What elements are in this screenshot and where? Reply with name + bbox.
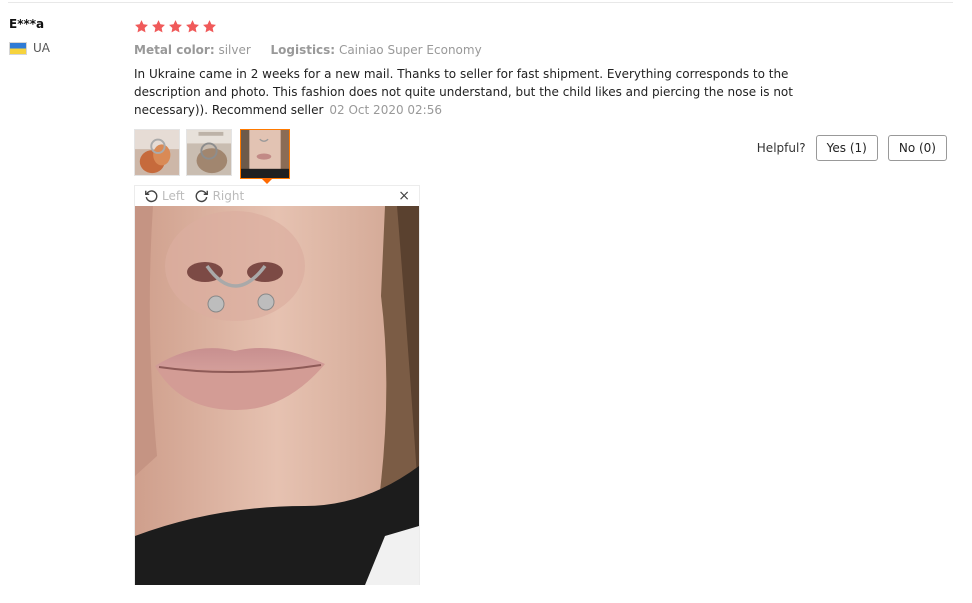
divider-line bbox=[8, 2, 953, 3]
selected-thumbnail-caret bbox=[261, 178, 273, 184]
logistics-value: Cainiao Super Economy bbox=[338, 43, 482, 57]
review-thumbnail[interactable] bbox=[186, 129, 232, 176]
helpful-label: Helpful? bbox=[756, 141, 806, 155]
review-text: In Ukraine came in 2 weeks for a new mai… bbox=[134, 67, 793, 117]
review-thumbnails bbox=[134, 129, 290, 179]
rotate-right-button[interactable]: Right bbox=[195, 189, 245, 203]
helpful-feedback: Helpful? Yes (1) No (0) bbox=[757, 135, 947, 161]
star-rating bbox=[134, 16, 954, 36]
rotate-left-button[interactable]: Left bbox=[144, 189, 185, 203]
ukraine-flag-icon bbox=[9, 41, 27, 55]
image-viewer: Left Right × bbox=[134, 185, 420, 585]
reviewer-name: E***a bbox=[9, 17, 45, 31]
reviewer-country: UA bbox=[9, 41, 50, 55]
rotate-right-label: Right bbox=[212, 189, 245, 203]
review-thumbnail[interactable] bbox=[134, 129, 180, 176]
star-icon bbox=[169, 19, 182, 32]
star-icon bbox=[186, 19, 199, 32]
reviewer-info: E***a UA bbox=[9, 17, 50, 55]
review-text-block: In Ukraine came in 2 weeks for a new mai… bbox=[134, 65, 804, 119]
metal-color-value: silver bbox=[218, 43, 251, 57]
star-icon bbox=[203, 19, 216, 32]
review-thumbnail-selected[interactable] bbox=[240, 129, 290, 179]
rotate-left-icon bbox=[145, 190, 158, 203]
review-date: 02 Oct 2020 02:56 bbox=[329, 103, 442, 117]
star-icon bbox=[135, 19, 148, 32]
review-body: Metal color: silver Logistics: Cainiao S… bbox=[134, 16, 954, 119]
star-icon bbox=[152, 19, 165, 32]
close-viewer-icon[interactable]: × bbox=[398, 188, 410, 204]
review-photo bbox=[135, 206, 419, 585]
rotate-right-icon bbox=[195, 190, 208, 203]
logistics-label: Logistics: bbox=[270, 43, 336, 57]
order-meta: Metal color: silver Logistics: Cainiao S… bbox=[134, 43, 954, 57]
helpful-no-button[interactable]: No (0) bbox=[887, 135, 947, 161]
metal-color-label: Metal color: bbox=[134, 43, 215, 57]
country-code: UA bbox=[33, 41, 50, 55]
viewer-toolbar: Left Right bbox=[135, 186, 419, 206]
helpful-yes-button[interactable]: Yes (1) bbox=[815, 135, 878, 161]
rotate-left-label: Left bbox=[162, 189, 185, 203]
